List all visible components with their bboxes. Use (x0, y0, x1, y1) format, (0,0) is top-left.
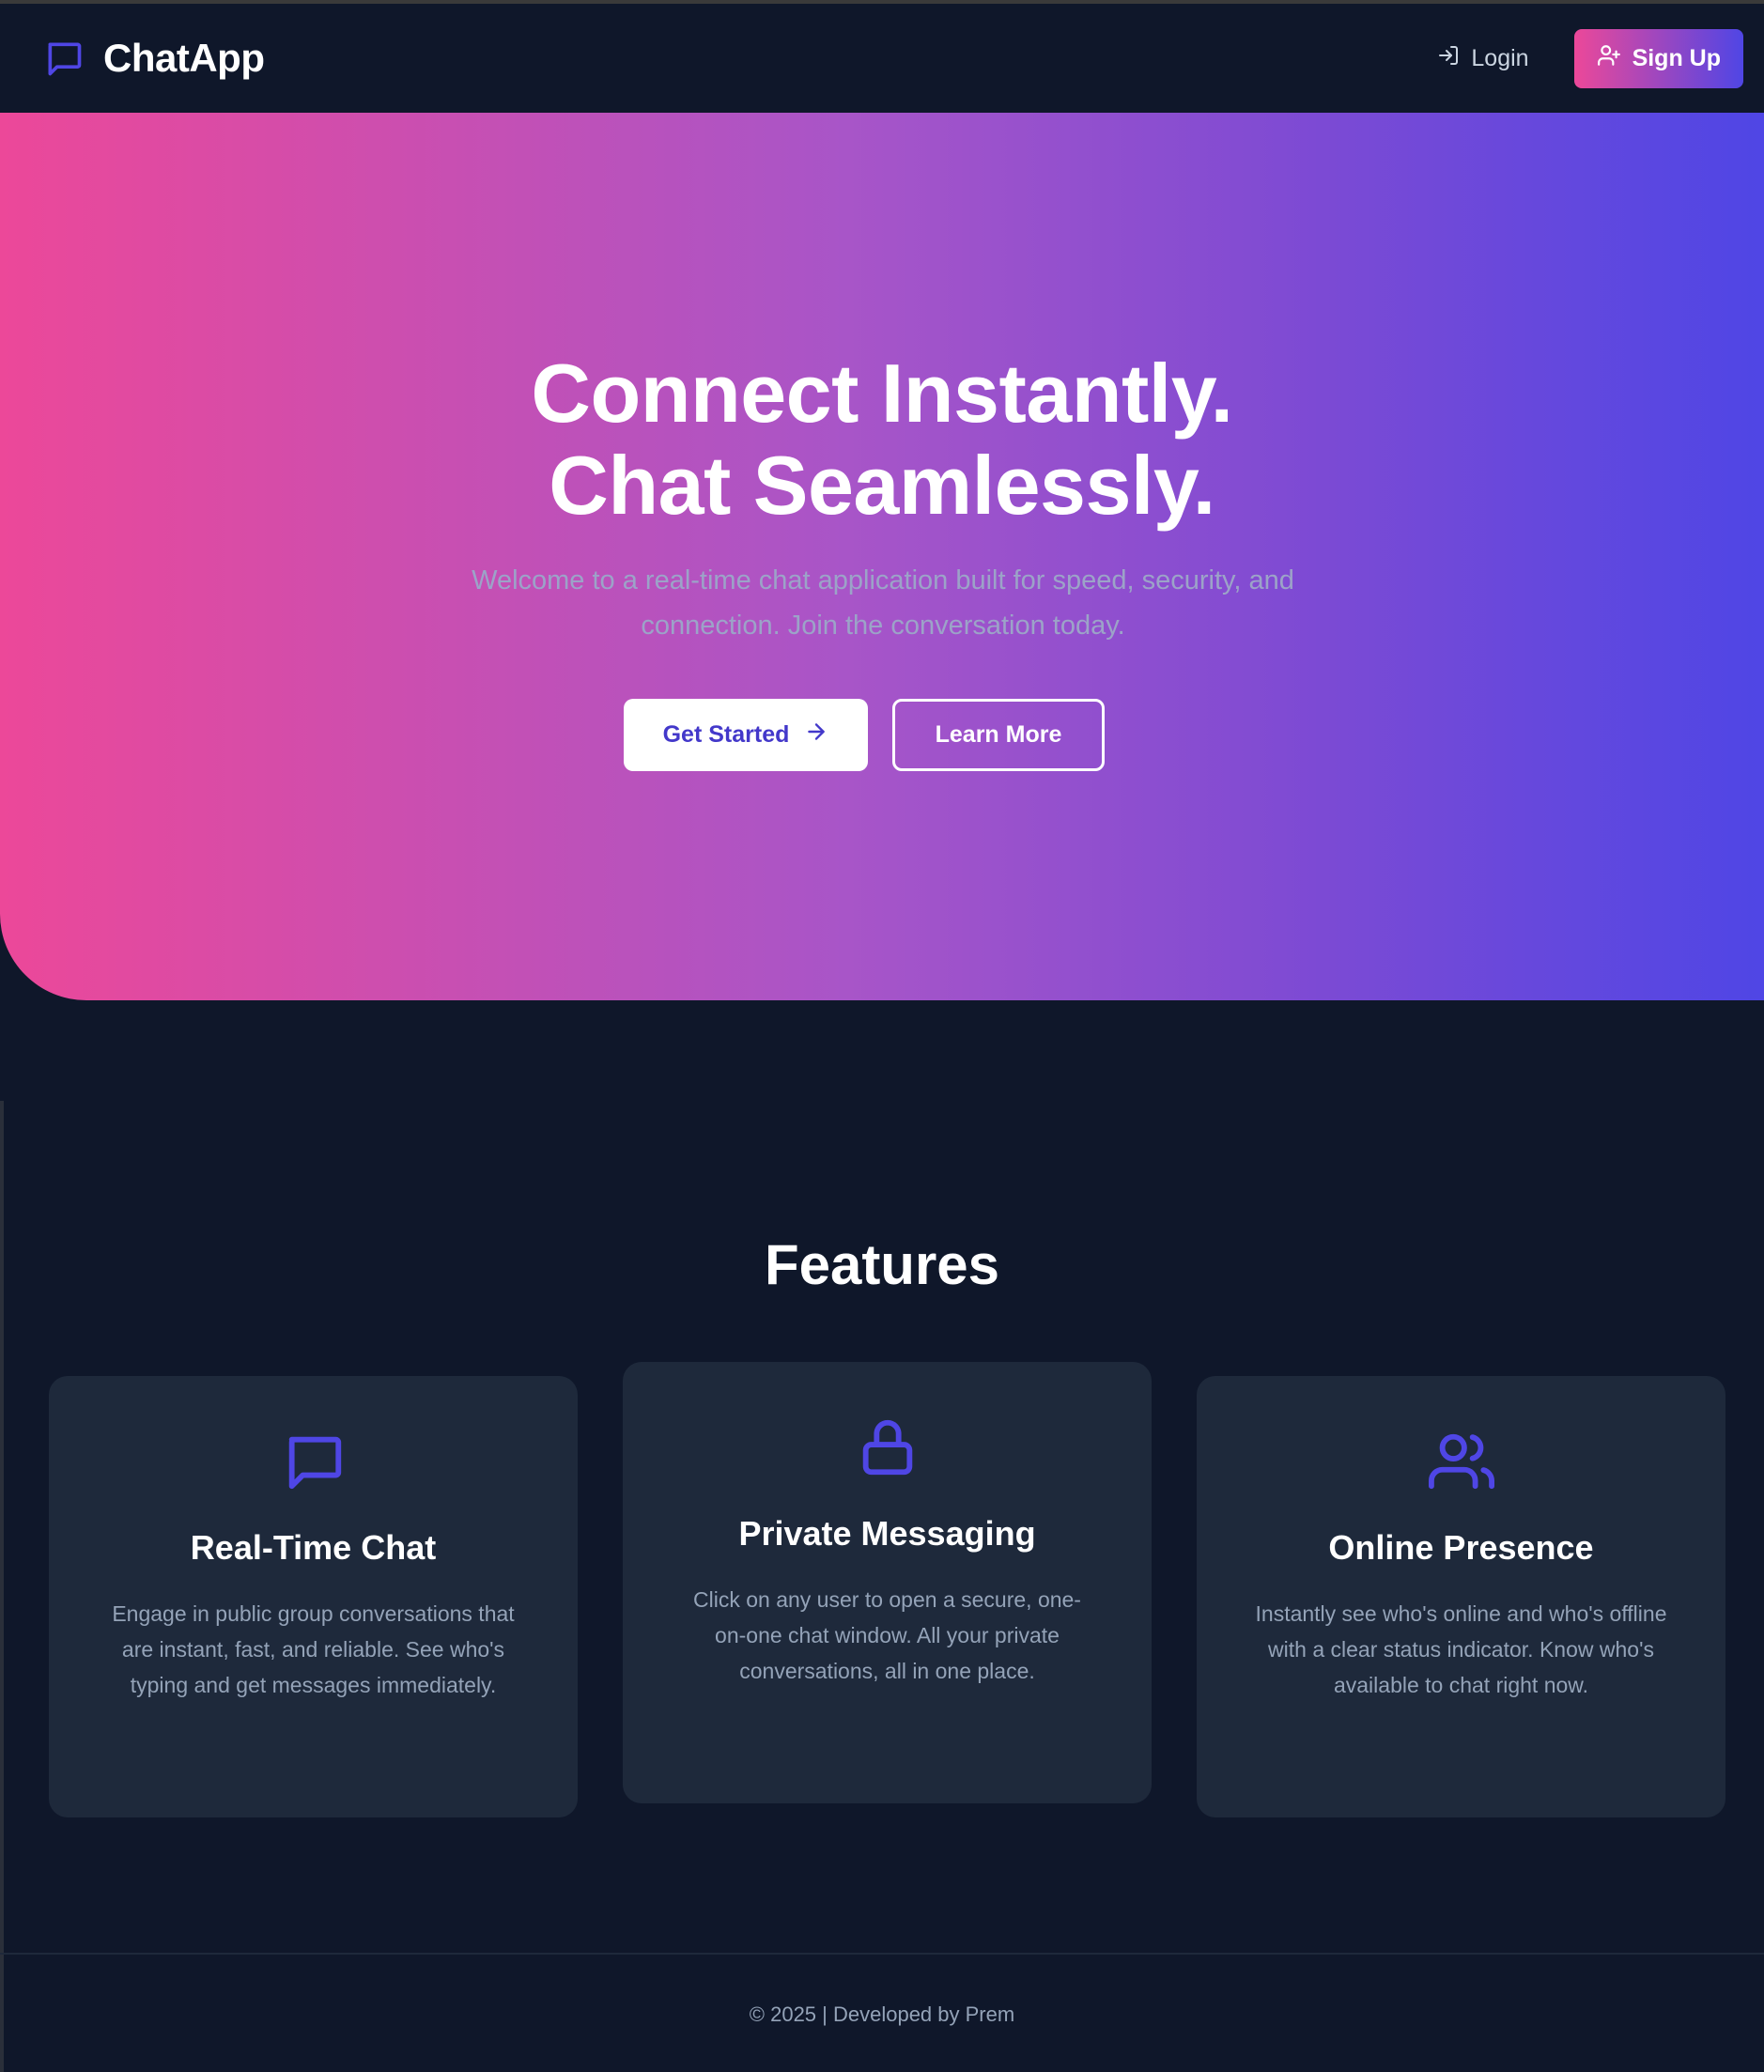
navbar: ChatApp Login Sign Up (0, 4, 1764, 113)
hero-subtitle: Welcome to a real-time chat application … (472, 565, 1294, 641)
hero-actions: Get Started Learn More (0, 699, 1764, 771)
sign-up-label: Sign Up (1632, 44, 1721, 71)
learn-more-label: Learn More (935, 721, 1062, 748)
feature-title: Private Messaging (738, 1514, 1036, 1553)
feature-title: Online Presence (1328, 1528, 1594, 1567)
lock-icon (679, 1415, 1095, 1480)
footer-divider (0, 1953, 1764, 1955)
brand[interactable]: ChatApp (43, 36, 265, 81)
brand-name: ChatApp (103, 36, 265, 80)
get-started-button[interactable]: Get Started (624, 699, 868, 771)
chat-bubble-icon (105, 1429, 521, 1494)
arrow-right-icon (804, 719, 828, 750)
feature-description: Click on any user to open a secure, one-… (693, 1587, 1081, 1683)
learn-more-button[interactable]: Learn More (892, 699, 1105, 771)
feature-card-private-messaging: Private Messaging Click on any user to o… (623, 1362, 1152, 1803)
sign-up-button[interactable]: Sign Up (1573, 28, 1743, 88)
feature-card-real-time-chat: Real-Time Chat Engage in public group co… (49, 1376, 578, 1817)
feature-title: Real-Time Chat (190, 1528, 437, 1567)
feature-card-online-presence: Online Presence Instantly see who's onli… (1197, 1376, 1725, 1817)
feature-description: Engage in public group conversations tha… (112, 1601, 515, 1697)
nav-actions: Login Sign Up (1437, 28, 1743, 88)
login-label: Login (1471, 44, 1529, 71)
features-title: Features (764, 1233, 1000, 1296)
log-in-icon (1437, 44, 1460, 73)
hero-title-line-2: Chat Seamlessly. (549, 439, 1215, 532)
chat-bubble-icon (43, 38, 85, 79)
login-button[interactable]: Login (1437, 44, 1529, 73)
hero-section: Connect Instantly. Chat Seamlessly. Welc… (0, 113, 1764, 1000)
footer-copyright: © 2025 | Developed by Prem (749, 2002, 1015, 2026)
get-started-label: Get Started (662, 721, 790, 748)
users-icon (1253, 1429, 1669, 1494)
user-plus-icon (1597, 43, 1621, 74)
hero-title: Connect Instantly. Chat Seamlessly. (0, 348, 1764, 532)
hero-title-line-1: Connect Instantly. (531, 347, 1233, 440)
feature-description: Instantly see who's online and who's off… (1255, 1601, 1667, 1697)
